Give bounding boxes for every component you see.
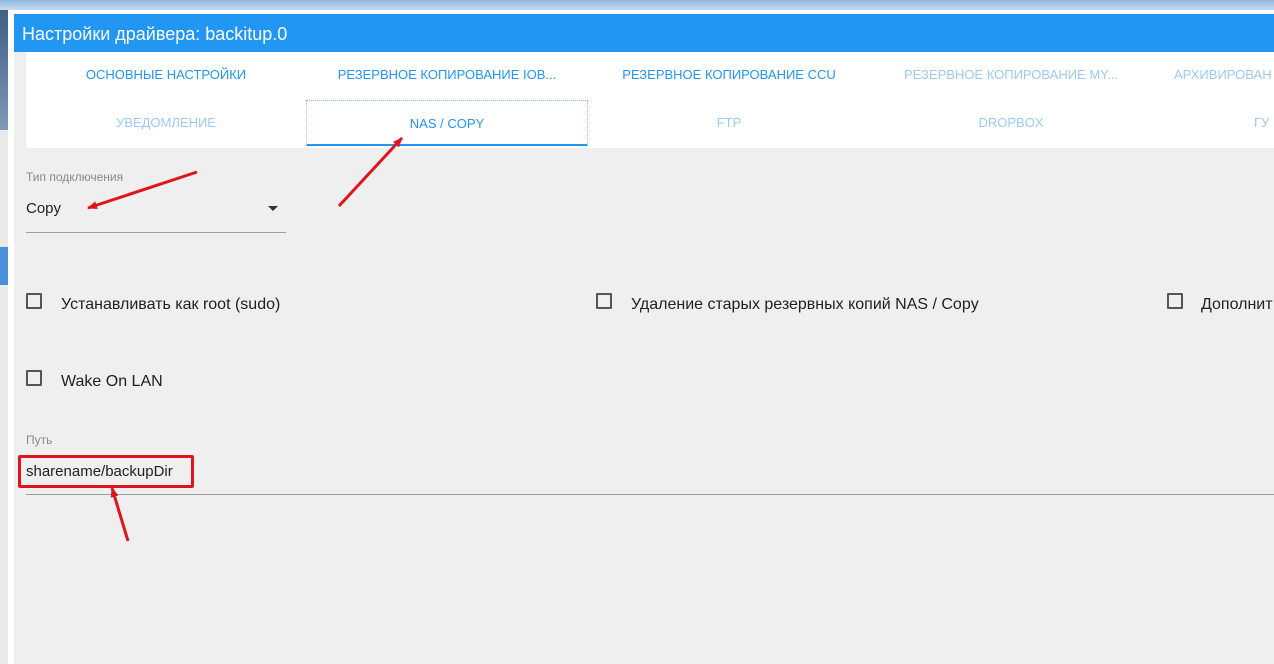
wake-on-lan-label: Wake On LAN	[61, 373, 163, 390]
path-input-underline	[26, 494, 1274, 495]
connection-type-label: Тип подключения	[26, 170, 124, 184]
tab-ftp[interactable]: FTP	[588, 100, 870, 146]
extra-option-checkbox[interactable]	[1167, 293, 1183, 309]
background-window-strip	[0, 0, 1274, 10]
tab-nas-copy[interactable]: NAS / COPY	[306, 100, 588, 146]
tab-backup-ccu[interactable]: РЕЗЕРВНОЕ КОПИРОВАНИЕ CCU	[588, 52, 870, 98]
tab-archive[interactable]: АРХИВИРОВАН	[1152, 52, 1274, 98]
tab-notifications[interactable]: УВЕДОМЛЕНИЕ	[26, 100, 306, 146]
tab-main-settings[interactable]: ОСНОВНЫЕ НАСТРОЙКИ	[26, 52, 306, 98]
adapter-settings-dialog: Настройки драйвера: backitup.0 ОСНОВНЫЕ …	[14, 14, 1274, 664]
background-image-fragment	[0, 10, 8, 130]
connection-type-value: Copy	[26, 200, 62, 217]
dialog-titlebar: Настройки драйвера: backitup.0	[14, 14, 1274, 52]
extra-option-label: Дополнит	[1201, 296, 1273, 313]
path-label: Путь	[26, 433, 53, 447]
tab-google-drive[interactable]: ГУ	[1152, 100, 1274, 146]
sudo-label: Устанавливать как root (sudo)	[61, 296, 281, 313]
sudo-checkbox[interactable]	[26, 293, 42, 309]
tab-backup-iobroker[interactable]: РЕЗЕРВНОЕ КОПИРОВАНИЕ IOB...	[306, 52, 588, 98]
delete-old-backups-checkbox[interactable]	[596, 293, 612, 309]
background-accent-fragment	[0, 247, 8, 285]
dropdown-arrow-icon	[268, 206, 278, 211]
delete-old-backups-label: Удаление старых резервных копий NAS / Co…	[631, 296, 979, 313]
dialog-title: Настройки драйвера: backitup.0	[22, 24, 288, 44]
tab-dropbox[interactable]: DROPBOX	[870, 100, 1152, 146]
settings-tabs: ОСНОВНЫЕ НАСТРОЙКИ РЕЗЕРВНОЕ КОПИРОВАНИЕ…	[26, 52, 1274, 148]
path-highlight-box	[18, 455, 194, 488]
connection-type-select[interactable]: Copy	[26, 194, 286, 233]
tab-backup-mysql[interactable]: РЕЗЕРВНОЕ КОПИРОВАНИЕ MY...	[870, 52, 1152, 98]
wake-on-lan-checkbox[interactable]	[26, 370, 42, 386]
background-window-edge	[0, 10, 8, 664]
